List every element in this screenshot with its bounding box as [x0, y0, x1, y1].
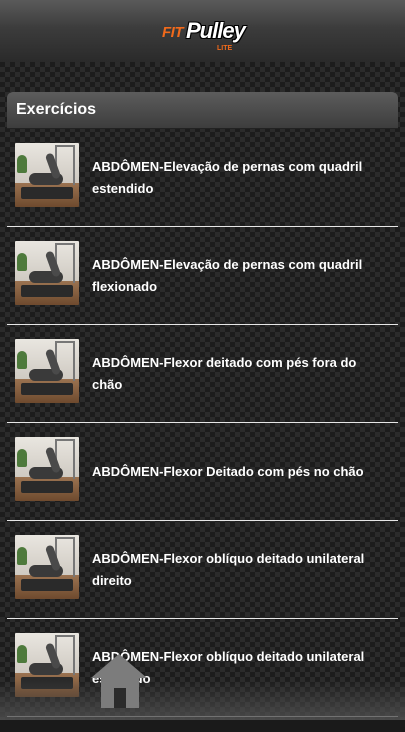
exercise-title: ABDÔMEN-Elevação de pernas com quadril f…	[92, 256, 363, 294]
exercise-list: ABDÔMEN-Elevação de pernas com quadril e…	[7, 129, 398, 717]
exercise-item[interactable]: ABDÔMEN-Elevação de pernas com quadril e…	[7, 129, 398, 227]
app-logo: FIT Pulley LITE	[162, 18, 246, 54]
logo-lite-text: LITE	[217, 45, 233, 52]
exercise-thumbnail	[15, 241, 79, 305]
logo-fit-text: FIT	[162, 24, 184, 41]
bottom-nav-shade	[0, 680, 405, 720]
exercise-title: ABDÔMEN-Flexor oblíquo deitado unilatera…	[92, 550, 365, 588]
exercise-thumbnail	[15, 535, 79, 599]
exercise-item[interactable]: ABDÔMEN-Elevação de pernas com quadril f…	[7, 227, 398, 325]
exercise-title: ABDÔMEN-Elevação de pernas com quadril e…	[92, 158, 363, 196]
exercise-thumbnail	[15, 437, 79, 501]
exercises-panel: Exercícios ABDÔMEN-Elevação de pernas co…	[7, 92, 398, 732]
content-area: Exercícios ABDÔMEN-Elevação de pernas co…	[0, 62, 405, 720]
exercise-item[interactable]: ABDÔMEN-Flexor deitado com pés fora do c…	[7, 325, 398, 423]
app-header: FIT Pulley LITE	[0, 0, 405, 63]
exercise-item[interactable]: ABDÔMEN-Flexor Deitado com pés no chão	[7, 423, 398, 521]
exercise-title: ABDÔMEN-Flexor deitado com pés fora do c…	[92, 354, 357, 392]
logo-pulley-text: Pulley	[186, 18, 246, 43]
exercise-item[interactable]: ABDÔMEN-Flexor oblíquo deitado unilatera…	[7, 521, 398, 619]
exercise-title: ABDÔMEN-Flexor Deitado com pés no chão	[92, 463, 364, 479]
exercise-thumbnail	[15, 143, 79, 207]
exercise-thumbnail	[15, 339, 79, 403]
home-icon[interactable]	[88, 654, 152, 710]
panel-title: Exercícios	[7, 92, 398, 129]
